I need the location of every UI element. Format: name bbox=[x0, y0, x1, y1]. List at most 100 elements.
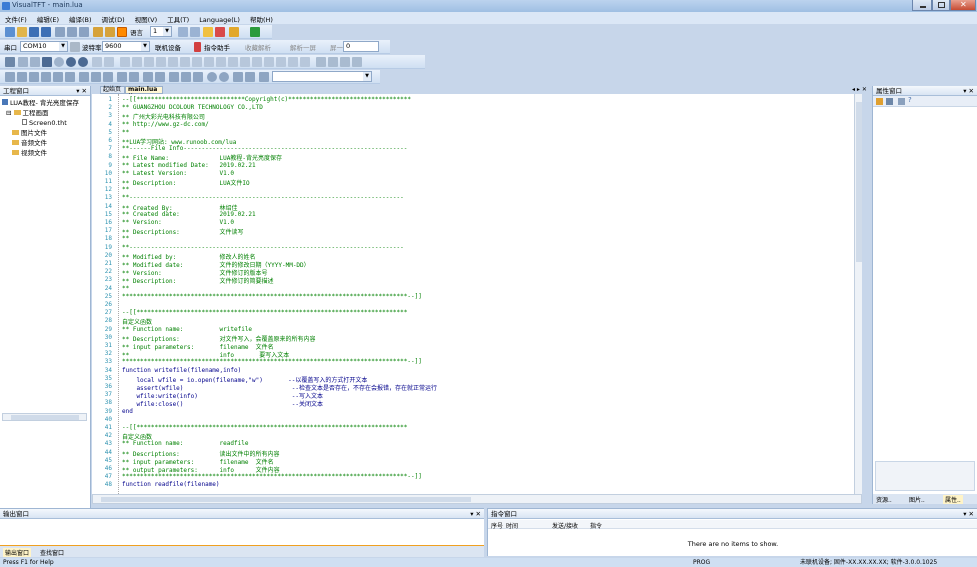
tab-resources[interactable]: 资源.. bbox=[876, 495, 892, 504]
grid-icon[interactable] bbox=[233, 72, 243, 82]
curve-control-icon[interactable] bbox=[216, 57, 226, 67]
close-button[interactable]: ✕ bbox=[950, 0, 976, 11]
output-text-area[interactable] bbox=[0, 520, 484, 546]
menu-debug[interactable]: 调试(D) bbox=[97, 12, 130, 24]
pointer-icon[interactable] bbox=[5, 57, 15, 67]
align-right-icon[interactable] bbox=[17, 72, 27, 82]
code-editor[interactable]: 1 --[[******************************Copyr… bbox=[92, 94, 862, 494]
maximize-button[interactable] bbox=[932, 0, 950, 11]
editor-vscrollbar[interactable] bbox=[854, 94, 862, 494]
timer-control-icon[interactable] bbox=[252, 57, 262, 67]
close-icon[interactable]: ▾ ✕ bbox=[470, 509, 481, 519]
line-icon[interactable] bbox=[18, 57, 28, 67]
rtc-control-icon[interactable] bbox=[240, 57, 250, 67]
port-select[interactable]: COM10 ▼ bbox=[20, 41, 68, 52]
editor-hscrollbar[interactable] bbox=[92, 494, 862, 504]
sort-az-icon[interactable] bbox=[886, 98, 893, 105]
tab-properties[interactable]: 属性.. bbox=[943, 495, 963, 504]
bring-front-icon[interactable] bbox=[143, 72, 153, 82]
col-command[interactable]: 指令 bbox=[590, 521, 602, 530]
copy-icon[interactable] bbox=[67, 27, 77, 37]
menu-control-icon[interactable] bbox=[192, 57, 202, 67]
highlight-icon[interactable] bbox=[117, 27, 127, 37]
lock-icon[interactable] bbox=[193, 72, 203, 82]
col-direction[interactable]: 发送/接收 bbox=[552, 521, 578, 530]
categorized-icon[interactable] bbox=[876, 98, 883, 105]
popup-control-icon[interactable] bbox=[288, 57, 298, 67]
image-icon[interactable] bbox=[104, 57, 114, 67]
fill-icon[interactable] bbox=[340, 57, 350, 67]
project-hscrollbar[interactable] bbox=[2, 413, 87, 421]
tree-item-audio[interactable]: 音频文件 bbox=[0, 138, 90, 148]
menu-help[interactable]: 帮助(H) bbox=[245, 12, 278, 24]
open-file-icon[interactable] bbox=[17, 27, 27, 37]
tree-item-images[interactable]: 图片文件 bbox=[0, 128, 90, 138]
download-icon[interactable] bbox=[105, 27, 115, 37]
zoom-out-icon[interactable] bbox=[219, 72, 229, 82]
zoom-select[interactable]: ▼ bbox=[272, 71, 372, 82]
tab-output[interactable]: 输出窗口 bbox=[3, 548, 32, 557]
cut-icon[interactable] bbox=[55, 27, 65, 37]
col-index[interactable]: 序号 bbox=[491, 521, 503, 530]
align-center-h-icon[interactable] bbox=[53, 72, 63, 82]
filled-rectangle-icon[interactable] bbox=[42, 57, 52, 67]
grid-control-icon[interactable] bbox=[204, 57, 214, 67]
text-icon[interactable] bbox=[92, 57, 102, 67]
help-icon[interactable] bbox=[203, 27, 213, 37]
qrcode-control-icon[interactable] bbox=[228, 57, 238, 67]
slider-control-icon[interactable] bbox=[132, 57, 142, 67]
icon-control-icon[interactable] bbox=[276, 57, 286, 67]
baud-select[interactable]: 9600 ▼ bbox=[102, 41, 150, 52]
space-h-icon[interactable] bbox=[117, 72, 127, 82]
send-back-icon[interactable] bbox=[155, 72, 165, 82]
screen-thumb-icon[interactable] bbox=[259, 72, 269, 82]
parse-screen-button[interactable]: 解析一屏 bbox=[290, 42, 316, 52]
align-top-icon[interactable] bbox=[29, 72, 39, 82]
paste-icon[interactable] bbox=[79, 27, 89, 37]
eraser-icon[interactable] bbox=[328, 57, 338, 67]
new-file-icon[interactable] bbox=[5, 27, 15, 37]
align-center-v-icon[interactable] bbox=[65, 72, 75, 82]
menu-view[interactable]: 视图(V) bbox=[130, 12, 163, 24]
menu-edit[interactable]: 编辑(E) bbox=[32, 12, 64, 24]
tab-nav-icons[interactable]: ◂ ▸ ✕ bbox=[852, 86, 867, 93]
rectangle-icon[interactable] bbox=[30, 57, 40, 67]
tools-icon[interactable] bbox=[215, 27, 225, 37]
close-icon[interactable]: ▾ ✕ bbox=[76, 86, 87, 96]
tree-item-screen0[interactable]: Screen0.tht bbox=[0, 118, 90, 128]
circle-icon[interactable] bbox=[54, 57, 64, 67]
tab-start-page[interactable]: 起始页 bbox=[100, 86, 125, 94]
menu-build[interactable]: 编译(B) bbox=[64, 12, 97, 24]
color-icon[interactable] bbox=[352, 57, 362, 67]
same-size-icon[interactable] bbox=[103, 72, 113, 82]
property-pages-icon[interactable] bbox=[898, 98, 905, 105]
help-icon[interactable]: ? bbox=[908, 96, 912, 104]
col-time[interactable]: 时间 bbox=[506, 521, 518, 530]
ungroup-icon[interactable] bbox=[181, 72, 191, 82]
ellipse-icon[interactable] bbox=[78, 57, 88, 67]
undo-icon[interactable] bbox=[178, 27, 188, 37]
tab-images[interactable]: 图片.. bbox=[909, 495, 925, 504]
menu-file[interactable]: 文件(F) bbox=[0, 12, 32, 24]
menu-language[interactable]: Language(L) bbox=[194, 14, 245, 24]
snap-icon[interactable] bbox=[245, 72, 255, 82]
group-icon[interactable] bbox=[169, 72, 179, 82]
list-control-icon[interactable] bbox=[180, 57, 190, 67]
run-icon[interactable] bbox=[229, 27, 239, 37]
command-helper-button[interactable]: 指令助手 bbox=[204, 42, 230, 52]
language-select[interactable]: 1 ▼ bbox=[150, 26, 172, 37]
menu-tools[interactable]: 工具(T) bbox=[162, 12, 194, 24]
compile-icon[interactable] bbox=[93, 27, 103, 37]
progress-control-icon[interactable] bbox=[144, 57, 154, 67]
screen-select[interactable]: 0 bbox=[343, 41, 379, 52]
pen-icon[interactable] bbox=[316, 57, 326, 67]
connect-device-button[interactable]: 联机设备 bbox=[155, 42, 181, 52]
zoom-in-icon[interactable] bbox=[207, 72, 217, 82]
minimize-button[interactable] bbox=[912, 0, 932, 11]
gauge-control-icon[interactable] bbox=[156, 57, 166, 67]
favorites-button[interactable]: 收藏解析 bbox=[245, 42, 271, 52]
tab-main-lua[interactable]: main.lua ✕ bbox=[125, 86, 163, 99]
refresh-port-icon[interactable] bbox=[70, 42, 80, 52]
align-bottom-icon[interactable] bbox=[41, 72, 51, 82]
tab-find[interactable]: 查找窗口 bbox=[40, 548, 64, 557]
